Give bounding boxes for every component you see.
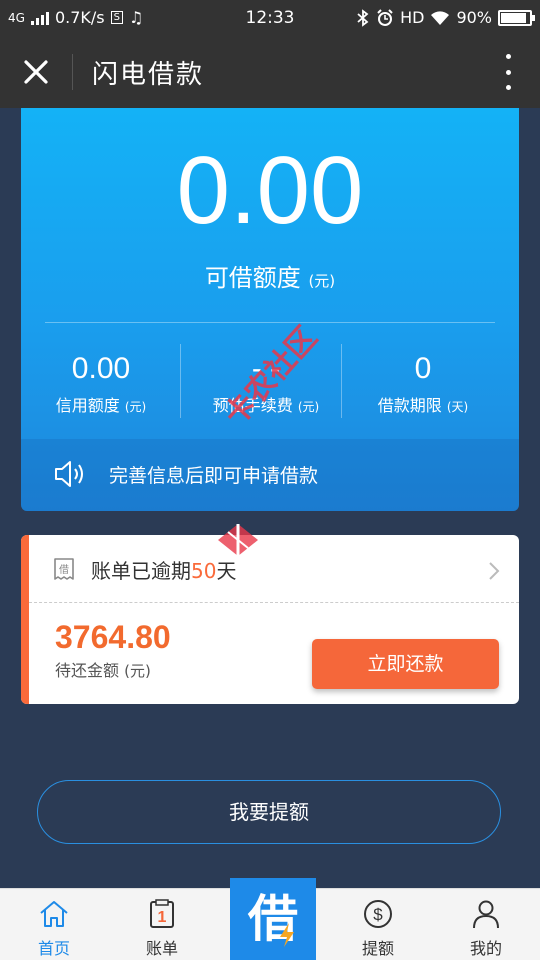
stat-value: 0 (414, 352, 432, 385)
stat-separator (180, 344, 181, 418)
tab-borrow[interactable]: 借 (230, 878, 316, 960)
stat-label-text: 预估手续费 (212, 396, 293, 415)
stat-label: 预估手续费 (元) (186, 392, 346, 416)
stat-label-text: 信用额度 (55, 396, 120, 415)
header-divider (72, 54, 73, 90)
wifi-icon (431, 10, 450, 25)
due-amount-label-text: 待还金额 (55, 661, 120, 680)
card-divider (45, 322, 495, 323)
user-icon (473, 900, 499, 929)
overdue-prefix: 账单已逾期 (91, 559, 191, 583)
hd-label: HD (400, 8, 425, 27)
bill-divider (29, 602, 519, 603)
stat-estimated-fee: - - 预估手续费 (元) (186, 352, 346, 416)
stat-label: 信用额度 (元) (21, 392, 181, 416)
tab-raise-label: 提额 (361, 939, 394, 958)
close-icon[interactable] (14, 50, 58, 94)
stat-value: - - (251, 352, 281, 385)
stat-unit: (天) (446, 400, 469, 414)
available-limit-label: 可借额度 (元) (21, 258, 519, 293)
tab-mine[interactable]: 我的 (432, 889, 540, 960)
chevron-right-icon[interactable] (487, 561, 501, 581)
limit-label-text: 可借额度 (204, 264, 301, 292)
raise-limit-button[interactable]: 我要提额 (37, 780, 501, 844)
battery-percent: 90% (456, 8, 492, 27)
more-icon[interactable] (496, 54, 520, 90)
notice-text: 完善信息后即可申请借款 (109, 465, 319, 487)
bill-icon: 1 (150, 899, 174, 928)
notice-bar[interactable]: 完善信息后即可申请借款 (21, 439, 519, 511)
alarm-icon (377, 8, 393, 26)
tab-mine-label: 我的 (469, 939, 502, 958)
due-amount-unit: (元) (124, 662, 151, 680)
stat-separator (341, 344, 342, 418)
overdue-days: 50 (191, 559, 217, 583)
due-amount: 3764.80 (55, 619, 171, 655)
limit-unit: (元) (308, 272, 336, 290)
stat-unit: (元) (124, 400, 147, 414)
stat-unit: (元) (297, 400, 320, 414)
tab-raise-limit[interactable]: $ 提额 (324, 889, 432, 960)
bill-accent-bar (21, 535, 29, 704)
available-amount: 0.00 (176, 137, 364, 244)
overdue-suffix: 天 (216, 559, 237, 583)
app-header: 闪电借款 (0, 36, 540, 108)
home-icon (40, 901, 68, 927)
tab-bill[interactable]: 1 账单 (108, 889, 216, 960)
bolt-icon (280, 923, 294, 947)
due-amount-label: 待还金额 (元) (55, 657, 151, 681)
bill-badge: 1 (158, 909, 167, 926)
receipt-char: 借 (59, 564, 69, 576)
watermark-logo-icon (218, 524, 258, 556)
status-bar: 4G 0.7K/s S ♫ 12:33 HD 90% (0, 0, 540, 36)
bluetooth-icon (357, 8, 369, 27)
stat-credit-limit: 0.00 信用额度 (元) (21, 352, 181, 416)
dollar-icon: $ (364, 900, 392, 928)
receipt-icon: 借 (54, 558, 74, 580)
battery-fill (501, 12, 526, 23)
tab-home-label: 首页 (37, 939, 70, 958)
stat-label: 借款期限 (天) (343, 392, 503, 416)
credit-card: 0.00 可借额度 (元) 0.00 信用额度 (元) - - 预估手续费 (元… (21, 108, 519, 511)
speaker-icon (55, 461, 83, 487)
bill-card: 借 账单已逾期50天 3764.80 待还金额 (元) 立即还款 (21, 535, 519, 704)
repay-now-button[interactable]: 立即还款 (312, 639, 499, 689)
page-title: 闪电借款 (92, 60, 205, 90)
tab-home[interactable]: 首页 (0, 889, 108, 960)
status-right: HD 90% (356, 8, 535, 27)
battery-icon (498, 9, 535, 26)
svg-text:$: $ (373, 905, 383, 924)
stat-label-text: 借款期限 (377, 396, 442, 415)
stat-loan-term: 0 借款期限 (天) (343, 352, 503, 416)
stat-value: 0.00 (71, 352, 131, 385)
borrow-tab-label: 借 (248, 890, 298, 948)
tab-bill-label: 账单 (145, 939, 178, 958)
